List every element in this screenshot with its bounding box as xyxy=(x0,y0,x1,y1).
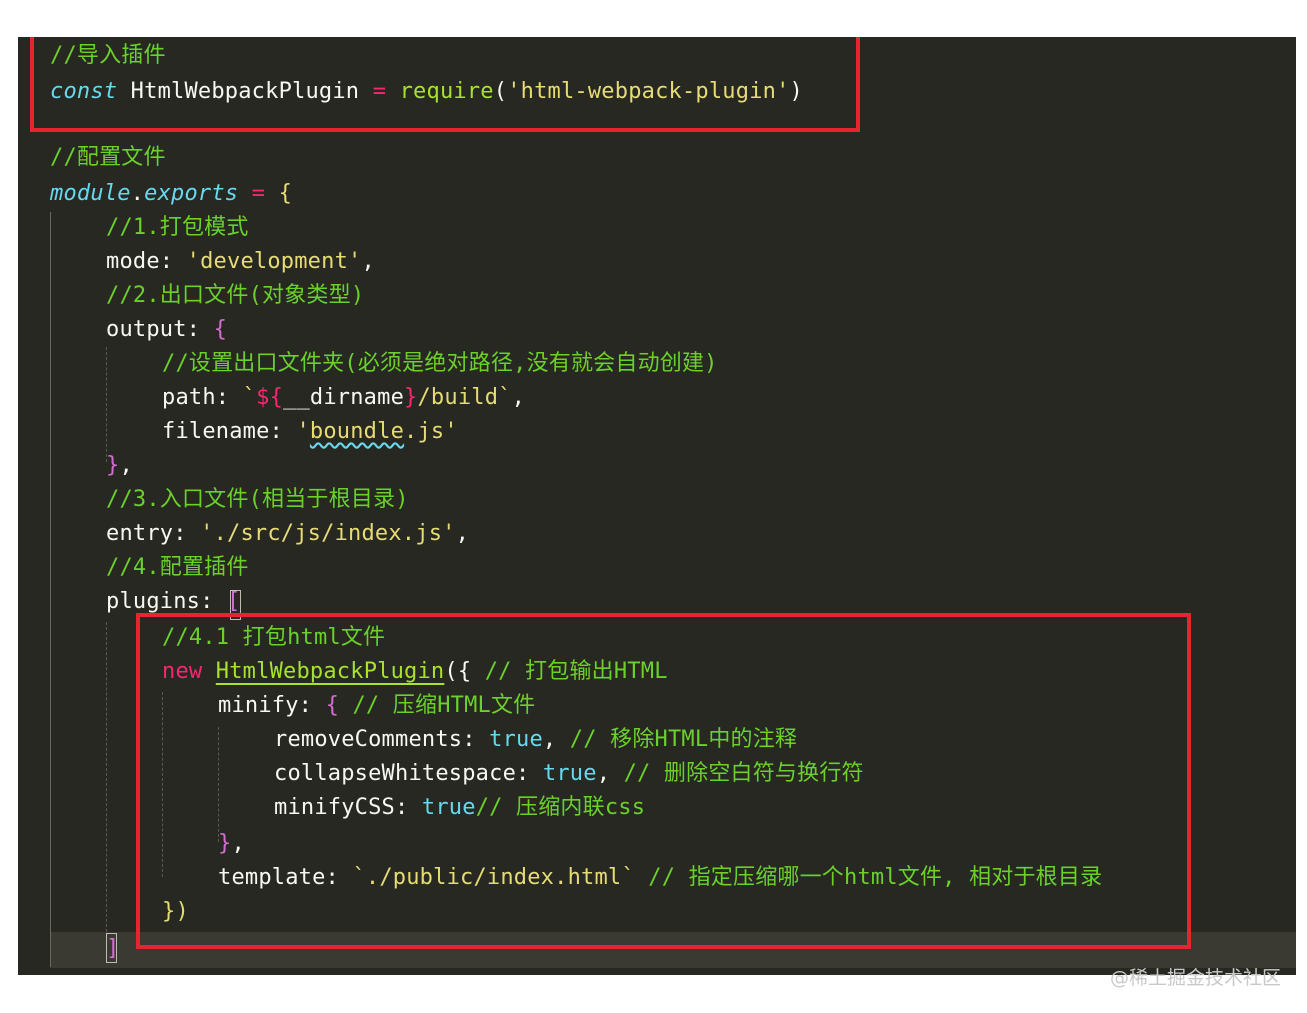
code-line-l15[interactable]: //4.配置插件 xyxy=(106,551,249,585)
code-token: __dirname xyxy=(283,385,405,410)
code-line-l5[interactable]: //1.打包模式 xyxy=(106,211,249,245)
code-token: mode: xyxy=(106,249,187,274)
bracket-match-close xyxy=(106,933,117,963)
code-token: boundle xyxy=(309,419,405,444)
code-line-l12[interactable]: }, xyxy=(106,449,133,483)
code-editor[interactable]: //导入插件 const HtmlWebpackPlugin = require(… xyxy=(18,37,1296,975)
code-token: , xyxy=(119,453,133,478)
code-token: //配置文件 xyxy=(50,145,166,170)
code-line-l14[interactable]: entry: './src/js/index.js', xyxy=(106,517,469,551)
code-token: entry: xyxy=(106,521,201,546)
code-token: './src/js/index.js' xyxy=(200,521,456,546)
code-token: filename: xyxy=(162,419,297,444)
indent-guide-plugins xyxy=(106,622,107,932)
code-token: //2.出口文件(对象类型) xyxy=(106,283,365,308)
code-line-l11[interactable]: filename: 'boundle.js' xyxy=(162,415,458,449)
code-line-l9[interactable]: //设置出口文件夹(必须是绝对路径,没有就会自动创建) xyxy=(162,347,718,381)
code-line-l7[interactable]: //2.出口文件(对象类型) xyxy=(106,279,364,313)
code-token: { xyxy=(278,181,293,206)
code-token: 'development' xyxy=(186,249,362,274)
code-token: //1.打包模式 xyxy=(106,215,249,240)
code-line-l3[interactable]: //配置文件 xyxy=(50,141,166,175)
highlight-box-import xyxy=(30,37,860,132)
code-token: = xyxy=(251,181,266,206)
code-token: //设置出口文件夹(必须是绝对路径,没有就会自动创建) xyxy=(162,351,718,376)
code-token: module xyxy=(50,181,131,206)
code-token: ${ xyxy=(256,385,284,410)
code-token: ' xyxy=(296,419,310,444)
code-token: } xyxy=(106,453,120,478)
indent-guide-level-1 xyxy=(50,212,51,967)
watermark: @稀土掘金技术社区 xyxy=(1109,967,1281,989)
bottom-strip xyxy=(18,975,1296,981)
code-token: { xyxy=(213,317,228,342)
code-token: //4.配置插件 xyxy=(106,555,249,580)
code-line-l4[interactable]: module.exports = { xyxy=(50,177,292,211)
code-token: } xyxy=(404,385,418,410)
indent-guide-output xyxy=(106,347,107,462)
code-token: .js' xyxy=(404,419,458,444)
code-token: exports xyxy=(144,181,239,206)
code-token: /build` xyxy=(417,385,512,410)
code-token: //3.入口文件(相当于根目录) xyxy=(106,487,409,512)
code-token: , xyxy=(455,521,470,546)
code-line-l6[interactable]: mode: 'development', xyxy=(106,245,375,279)
code-line-l8[interactable]: output: { xyxy=(106,313,227,347)
code-token: . xyxy=(130,181,145,206)
code-token: , xyxy=(511,385,526,410)
code-token: plugins: xyxy=(106,589,228,614)
code-token: path: xyxy=(162,385,243,410)
code-token: , xyxy=(361,249,375,274)
code-token: output: xyxy=(106,317,214,342)
code-line-l13[interactable]: //3.入口文件(相当于根目录) xyxy=(106,483,409,517)
code-line-l10[interactable]: path: `${__dirname}/build`, xyxy=(162,381,525,415)
highlight-box-plugin xyxy=(136,613,1191,949)
code-token: ` xyxy=(242,385,257,410)
